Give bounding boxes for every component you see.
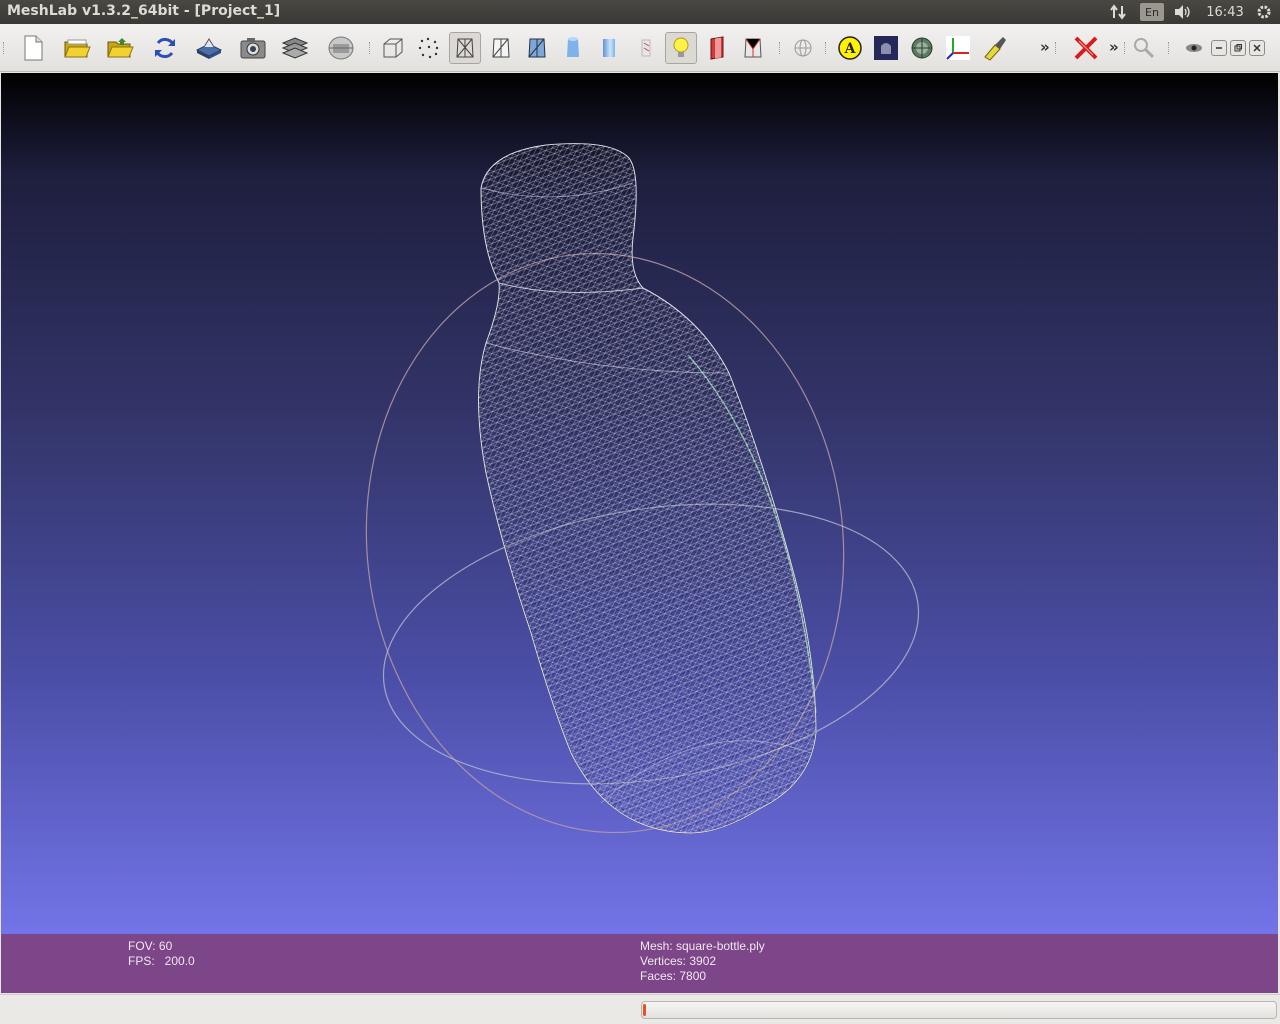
toolbar-separator [369, 42, 371, 54]
fps-readout: FPS: 200.0 [128, 954, 195, 968]
clock[interactable]: 16:43 [1204, 2, 1246, 22]
vertex-count: Vertices: 3902 [640, 954, 717, 968]
toolbar-grip [3, 42, 5, 54]
toolbar-separator [1055, 42, 1057, 54]
flat-lines-icon[interactable] [521, 32, 553, 64]
svg-text:A: A [844, 41, 857, 57]
main-toolbar: A » » [0, 24, 1280, 72]
toolbar-separator [779, 42, 781, 54]
close-icon[interactable] [1249, 40, 1265, 56]
bottle-mesh [477, 143, 817, 834]
delete-icon[interactable] [1070, 32, 1102, 64]
export-mesh-icon[interactable] [193, 32, 225, 64]
annotation-icon[interactable]: A [834, 32, 866, 64]
3d-viewport[interactable] [1, 73, 1278, 934]
hidden-lines-icon[interactable] [485, 32, 517, 64]
progress-fill [643, 1004, 646, 1016]
toolbar-separator [1168, 42, 1170, 54]
flat-icon[interactable] [557, 32, 589, 64]
search-icon[interactable] [1128, 32, 1160, 64]
restore-icon[interactable] [1230, 40, 1246, 56]
rotate-icon[interactable] [906, 32, 938, 64]
points-icon[interactable] [413, 32, 445, 64]
import-mesh-icon[interactable] [104, 32, 136, 64]
progress-bar [641, 1001, 1277, 1019]
fov-readout: FOV: 60 [128, 939, 173, 953]
decorate-icon[interactable] [870, 32, 902, 64]
double-side-lighting-icon[interactable] [701, 32, 733, 64]
back-face-icon[interactable] [737, 32, 769, 64]
eye-icon[interactable] [1180, 32, 1208, 64]
sphere-icon[interactable] [787, 32, 819, 64]
keyboard-layout-indicator[interactable]: En [1140, 3, 1164, 21]
bounding-box-icon[interactable] [377, 32, 409, 64]
paint-icon[interactable] [978, 32, 1010, 64]
network-icon[interactable] [1108, 2, 1130, 22]
minimize-icon[interactable] [1211, 40, 1227, 56]
new-document-icon[interactable] [17, 32, 49, 64]
status-bar [0, 994, 1280, 1024]
wireframe-icon[interactable] [449, 32, 481, 64]
window-title: MeshLab v1.3.2_64bit - [Project_1] [7, 3, 281, 19]
top-panel: MeshLab v1.3.2_64bit - [Project_1] En 16… [0, 0, 1280, 24]
raster-icon[interactable] [325, 32, 357, 64]
gear-icon[interactable] [1254, 2, 1274, 22]
info-panel: FOV: 60 FPS: 200.0 Mesh: square-bottle.p… [1, 934, 1278, 993]
smooth-icon[interactable] [593, 32, 625, 64]
face-count: Faces: 7800 [640, 969, 707, 983]
light-icon[interactable] [665, 32, 697, 64]
axis-icon[interactable] [942, 32, 974, 64]
volume-icon[interactable] [1172, 2, 1194, 22]
toolbar-overflow-button[interactable]: » [1109, 38, 1119, 56]
mesh-name: Mesh: square-bottle.ply [640, 939, 765, 953]
toolbar-separator [1124, 42, 1126, 54]
reload-icon[interactable] [149, 32, 181, 64]
toolbar-separator [825, 42, 827, 54]
layers-icon[interactable] [279, 32, 311, 64]
texture-icon[interactable] [629, 32, 661, 64]
open-project-icon[interactable] [61, 32, 93, 64]
mesh-render[interactable] [1, 73, 1278, 934]
toolbar-overflow-button[interactable]: » [1040, 38, 1050, 56]
snapshot-icon[interactable] [237, 32, 269, 64]
